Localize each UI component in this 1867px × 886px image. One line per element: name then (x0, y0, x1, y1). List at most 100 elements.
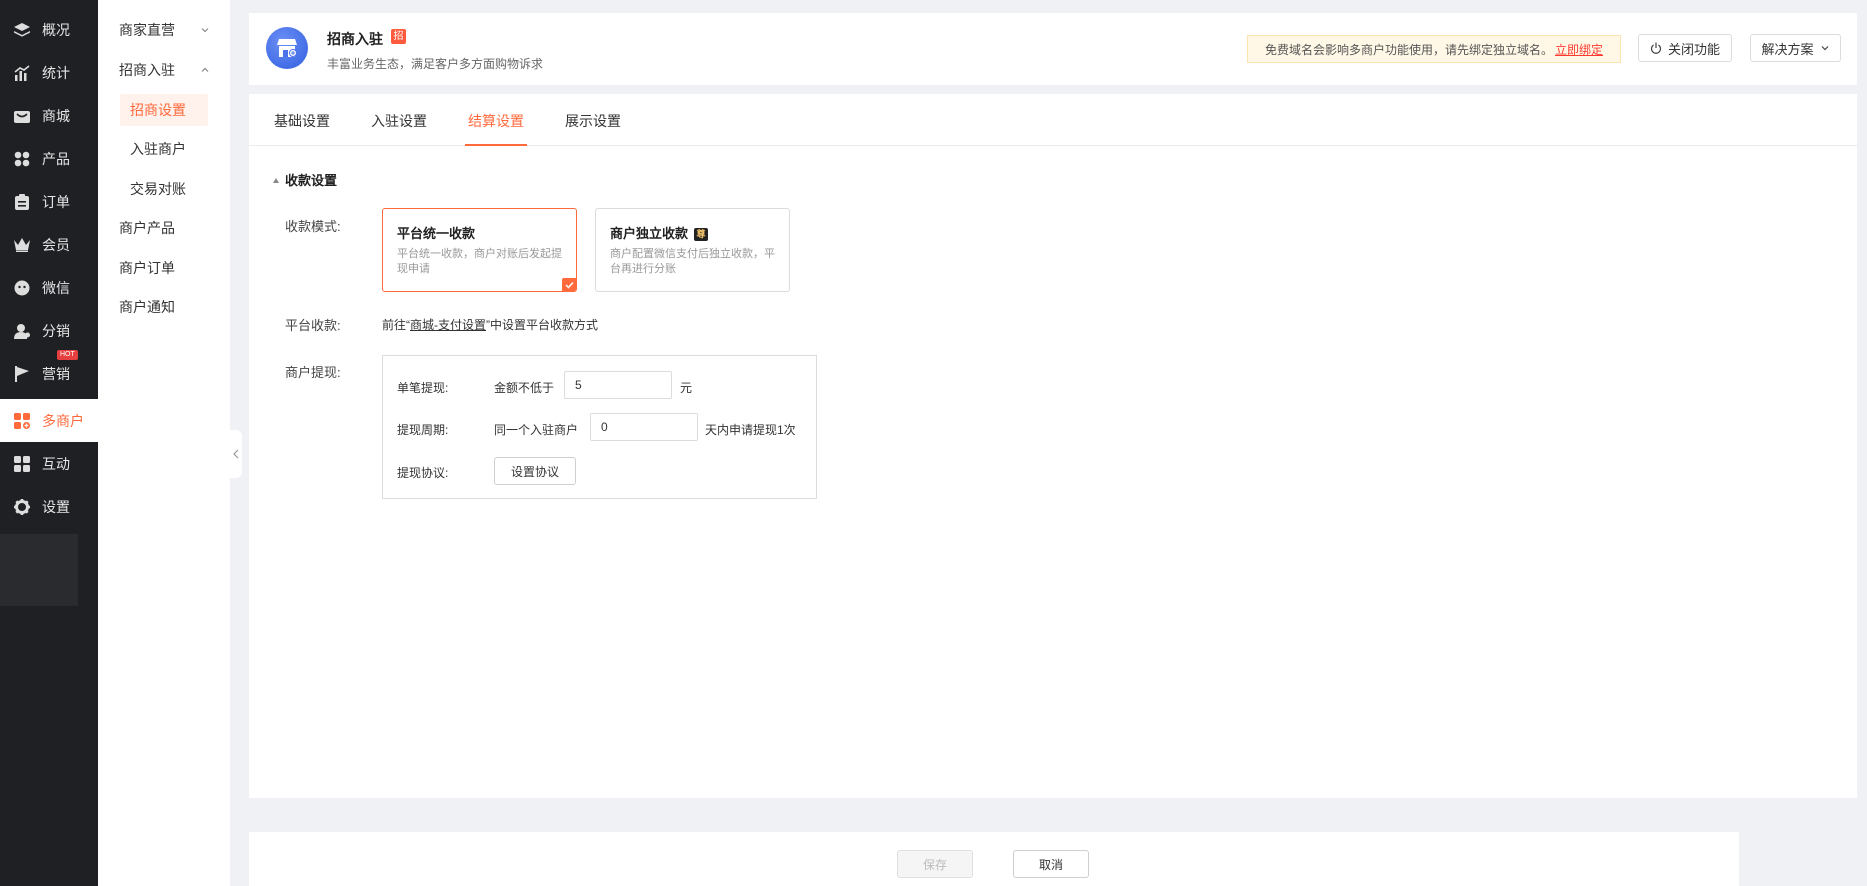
apps-icon (12, 454, 32, 474)
subnav-item-recruit-settings[interactable]: 招商设置 (120, 94, 208, 126)
nav-item-label: 商城 (42, 107, 70, 124)
nav-item-label: 互动 (42, 455, 70, 472)
subnav-group-direct[interactable]: 商家直营 (98, 14, 230, 46)
tab-settlement[interactable]: 结算设置 (465, 111, 527, 146)
solution-dropdown[interactable]: 解决方案 (1750, 34, 1841, 62)
store-logo-icon (266, 27, 308, 69)
nav-item-multi-merchant[interactable]: 多商户 (0, 399, 98, 442)
subnav-label: 商户产品 (119, 220, 175, 236)
platform-hint: 前往“商城-支付设置”中设置平台收款方式 (382, 316, 598, 333)
close-feature-button[interactable]: 关闭功能 (1638, 34, 1732, 62)
collapse-triangle-icon (273, 178, 279, 183)
platform-hint-post: ”中设置平台收款方式 (486, 318, 598, 332)
wechat-icon (12, 278, 32, 298)
close-feature-label: 关闭功能 (1667, 41, 1720, 57)
page-header: 招商入驻 招 丰富业务生态，满足客户多方面购物诉求 免费域名会影响多商户功能使用… (249, 13, 1857, 85)
nav-item-label: 分销 (42, 322, 70, 339)
subnav-group-recruit[interactable]: 招商入驻 (98, 54, 230, 86)
main-nav: 概况 统计 商城 产品 订单 会员 微信 分销 营销 HOT 多商户 互动 设置 (0, 0, 98, 886)
nav-item-label: 微信 (42, 279, 70, 296)
settings-panel: 基础设置 入驻设置 结算设置 展示设置 收款设置 收款模式: 平台统一收款 平台… (249, 94, 1857, 798)
platform-label: 平台收款: (285, 318, 341, 333)
withdraw-label: 商户提现: (285, 365, 341, 380)
domain-notice: 免费域名会影响多商户功能使用，请先绑定独立域名。 立即绑定 (1247, 35, 1621, 63)
power-icon (1650, 42, 1661, 54)
nav-item-label: 营销 (42, 365, 70, 382)
subnav-label: 招商设置 (130, 102, 186, 118)
bind-domain-link[interactable]: 立即绑定 (1555, 41, 1603, 58)
page-subtitle: 丰富业务生态，满足客户多方面购物诉求 (327, 57, 544, 71)
nav-item-label: 多商户 (42, 412, 84, 429)
chevron-down-icon (1821, 46, 1828, 51)
nav-item-order[interactable]: 订单 (0, 180, 98, 223)
save-button[interactable]: 保存 (897, 850, 973, 878)
nav-item-interaction[interactable]: 互动 (0, 442, 98, 485)
subnav-item-merchants[interactable]: 入驻商户 (98, 133, 230, 165)
footer-bar: 保存 取消 (249, 832, 1739, 886)
subnav-item-reconciliation[interactable]: 交易对账 (98, 173, 230, 205)
check-icon (562, 278, 576, 291)
tab-bar: 基础设置 入驻设置 结算设置 展示设置 (249, 94, 1857, 146)
payment-settings-link[interactable]: 商城-支付设置 (410, 318, 486, 332)
agreement-label: 提现协议: (397, 466, 449, 480)
clipboard-icon (12, 192, 32, 212)
nav-item-member[interactable]: 会员 (0, 223, 98, 266)
nav-item-product[interactable]: 产品 (0, 137, 98, 180)
nav-item-mall[interactable]: 商城 (0, 94, 98, 137)
crown-icon (12, 235, 32, 255)
hot-badge: HOT (57, 350, 78, 360)
withdraw-period-input[interactable]: 0 (590, 413, 698, 441)
single-withdraw-pre: 金额不低于 (494, 381, 555, 395)
nav-item-label: 产品 (42, 150, 70, 167)
cancel-button[interactable]: 取消 (1013, 850, 1089, 878)
page-title: 招商入驻 (327, 31, 383, 47)
nav-item-statistics[interactable]: 统计 (0, 51, 98, 94)
mode-title: 平台统一收款 (397, 226, 476, 241)
mode-card-platform[interactable]: 平台统一收款 平台统一收款，商户对账后发起提现申请 (382, 208, 577, 292)
subnav-label: 交易对账 (130, 181, 186, 197)
mode-title: 商户独立收款 (610, 226, 689, 241)
withdraw-period-label: 提现周期: (397, 423, 449, 437)
nav-item-overview[interactable]: 概况 (0, 8, 98, 51)
single-withdraw-label: 单笔提现: (397, 381, 449, 395)
mode-label: 收款模式: (285, 219, 341, 234)
sidebar-collapse-toggle[interactable] (230, 430, 242, 478)
layers-icon (12, 20, 32, 40)
mode-desc: 商户配置微信支付后独立收款，平台再进行分账 (610, 248, 775, 275)
subnav-item-merchant-notices[interactable]: 商户通知 (98, 291, 230, 323)
notice-text: 免费域名会影响多商户功能使用，请先绑定独立域名。 (1265, 42, 1554, 57)
nav-item-distribution[interactable]: 分销 (0, 309, 98, 352)
mode-card-merchant[interactable]: 商户独立收款尊 商户配置微信支付后独立收款，平台再进行分账 (595, 208, 790, 292)
shop-icon (12, 106, 32, 126)
sub-nav: 商家直营 招商入驻 招商设置 入驻商户 交易对账 商户产品 商户订单 商户通知 (98, 0, 230, 886)
set-agreement-button[interactable]: 设置协议 (494, 457, 576, 485)
solution-label: 解决方案 (1761, 41, 1814, 57)
section-title-text: 收款设置 (285, 173, 338, 188)
mode-desc: 平台统一收款，商户对账后发起提现申请 (397, 248, 562, 275)
nav-item-label: 设置 (42, 498, 70, 515)
subnav-label: 商户通知 (119, 299, 175, 315)
subnav-label: 招商入驻 (119, 62, 175, 78)
tab-basic[interactable]: 基础设置 (274, 111, 330, 146)
title-badge: 招 (391, 29, 406, 44)
tab-entry[interactable]: 入驻设置 (371, 111, 427, 146)
grid-icon (12, 149, 32, 169)
chevron-left-icon (233, 449, 239, 459)
nav-item-label: 概况 (42, 21, 70, 38)
nav-item-marketing[interactable]: 营销 HOT (0, 350, 98, 395)
subnav-item-merchant-orders[interactable]: 商户订单 (98, 252, 230, 284)
section-title: 收款设置 (273, 170, 337, 189)
nav-extra-panel (0, 534, 78, 606)
subnav-label: 商户订单 (119, 260, 175, 276)
withdraw-period-pre: 同一个入驻商户 (494, 423, 579, 437)
withdraw-period-post: 天内申请提现1次 (705, 423, 796, 437)
tab-display[interactable]: 展示设置 (565, 111, 621, 146)
subnav-label: 入驻商户 (130, 141, 186, 157)
nav-item-label: 订单 (42, 193, 70, 210)
gear-icon (12, 497, 32, 517)
nav-item-wechat[interactable]: 微信 (0, 266, 98, 309)
nav-item-settings[interactable]: 设置 (0, 485, 98, 528)
withdraw-settings-box: 单笔提现: 金额不低于 5 元 提现周期: 同一个入驻商户 0 天内申请提现1次… (382, 355, 817, 499)
subnav-item-merchant-products[interactable]: 商户产品 (98, 212, 230, 244)
min-amount-input[interactable]: 5 (564, 371, 672, 399)
